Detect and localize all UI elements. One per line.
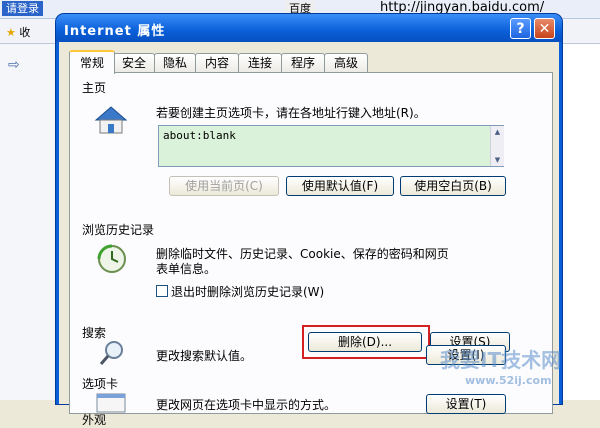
homepage-scrollbar[interactable]: ▲ ▼: [490, 126, 504, 166]
tab-security[interactable]: 安全: [113, 53, 155, 72]
scroll-up-icon[interactable]: ▲: [492, 127, 503, 137]
house-icon: [94, 106, 128, 134]
watermark-title: 我要IT技术网: [440, 348, 562, 372]
scroll-down-icon[interactable]: ▼: [492, 155, 503, 165]
dialog-title: Internet 属性: [64, 24, 166, 39]
watermark-url: www.52ij.com: [465, 374, 552, 387]
site-watermark: 我要IT技术网 www.52ij.com: [380, 330, 600, 400]
checkbox-box[interactable]: [156, 285, 168, 297]
arrow-right-icon[interactable]: ⇨: [8, 57, 20, 73]
login-button[interactable]: 请登录: [2, 1, 43, 16]
tab-privacy[interactable]: 隐私: [154, 53, 196, 72]
use-default-button[interactable]: 使用默认值(F): [286, 176, 394, 196]
history-clock-icon: [97, 244, 126, 273]
star-icon: ★: [6, 26, 16, 39]
close-button[interactable]: ✕: [534, 18, 555, 39]
appearance-section-label: 外观: [82, 413, 107, 427]
homepage-description: 若要创建主页选项卡，请在各地址行键入地址(R)。: [156, 106, 426, 120]
dialog-titlebar: Internet 属性 ? ✕: [56, 14, 562, 42]
use-current-button[interactable]: 使用当前页(C): [169, 176, 279, 196]
tabs-section-label: 选项卡: [82, 377, 119, 391]
delete-on-exit-checkbox[interactable]: 退出时删除浏览历史记录(W): [156, 283, 324, 300]
homepage-address-value: about:blank: [163, 129, 236, 142]
search-description: 更改搜索默认值。: [156, 349, 253, 363]
homepage-address-input[interactable]: about:blank: [158, 125, 504, 167]
use-blank-button[interactable]: 使用空白页(B): [400, 176, 506, 196]
delete-on-exit-label: 退出时删除浏览历史记录(W): [171, 285, 325, 299]
tabs-window-icon: [96, 393, 126, 413]
help-button[interactable]: ?: [510, 18, 531, 39]
magnifier-icon: [99, 341, 123, 365]
tab-general[interactable]: 常规: [69, 50, 115, 74]
tabs-description: 更改网页在选项卡中显示的方式。: [156, 398, 337, 412]
tab-content[interactable]: 内容: [195, 53, 239, 72]
tab-advanced[interactable]: 高级: [324, 53, 368, 72]
history-section-label: 浏览历史记录: [82, 223, 155, 237]
homepage-section-label: 主页: [82, 81, 107, 95]
browser-side-panel: [0, 44, 61, 400]
history-description-line2: 表单信息。: [156, 262, 217, 276]
tab-connections[interactable]: 连接: [238, 53, 282, 72]
favorites-button[interactable]: ★ 收: [6, 24, 30, 40]
tab-programs[interactable]: 程序: [281, 53, 325, 72]
favorites-label: 收: [19, 26, 31, 39]
